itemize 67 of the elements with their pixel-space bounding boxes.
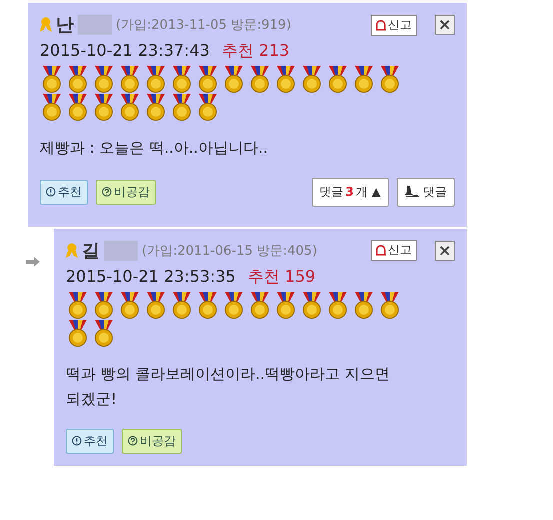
write-reply-button[interactable]: 댓글 xyxy=(397,178,455,206)
recommend-count: 추천 213 xyxy=(222,41,290,60)
medal-icon xyxy=(92,320,116,348)
question-circle-icon xyxy=(102,187,112,197)
disagree-button[interactable]: 비공감 xyxy=(96,180,156,204)
medal-icon xyxy=(352,292,376,320)
medal-icon xyxy=(144,292,168,320)
recommend-count: 추천 159 xyxy=(248,266,316,286)
medal-icon xyxy=(40,94,64,122)
medal-icon xyxy=(66,292,90,320)
medal-icon xyxy=(196,292,220,320)
medal-icon xyxy=(378,292,402,320)
siren-icon xyxy=(376,20,386,30)
medal-icon xyxy=(40,66,64,94)
medal-icon xyxy=(66,320,90,348)
comment-text: 떡과 빵의 콜라보레이션이라..떡빵아라고 지으면 되겠군! xyxy=(66,364,391,410)
medal-icon xyxy=(300,66,324,94)
comment-text: 제빵과 : 오늘은 떡..아..아닙니다.. xyxy=(40,138,269,159)
medal-icon xyxy=(66,66,90,94)
medal-icon xyxy=(92,292,116,320)
medal-icon xyxy=(118,292,142,320)
medal-icon xyxy=(170,66,194,94)
disagree-button[interactable]: 비공감 xyxy=(122,428,182,454)
report-button[interactable]: 신고 xyxy=(371,240,417,261)
member-info: (가입:2011-06-15 방문:405) xyxy=(142,242,318,260)
reply-arrow-icon xyxy=(26,256,40,266)
medal-icon xyxy=(300,292,324,320)
close-button[interactable]: × xyxy=(435,240,455,260)
report-button[interactable]: 신고 xyxy=(371,14,417,36)
medal-icon xyxy=(352,66,376,94)
recommend-button[interactable]: 추천 xyxy=(66,428,114,454)
medal-icon xyxy=(196,94,220,122)
exclamation-circle-icon xyxy=(46,187,56,197)
medal-icon xyxy=(274,292,298,320)
siren-icon xyxy=(376,245,386,256)
question-circle-icon xyxy=(128,436,138,446)
medal-icon xyxy=(66,94,90,122)
medal-icon xyxy=(144,94,168,122)
medal-icon xyxy=(118,66,142,94)
ribbon-icon xyxy=(66,242,78,258)
medal-icon xyxy=(170,94,194,122)
blurred-name xyxy=(104,240,138,260)
recommend-button[interactable]: 추천 xyxy=(40,180,88,204)
medal-icon xyxy=(326,292,350,320)
medal-icon xyxy=(196,66,220,94)
post-date: 2015-10-21 23:53:35 xyxy=(66,266,236,286)
user-name: 길 xyxy=(82,240,100,262)
medal-icon xyxy=(326,66,350,94)
exclamation-circle-icon xyxy=(72,436,82,446)
medal-icon xyxy=(92,94,116,122)
medal-icon xyxy=(274,66,298,94)
medal-icon xyxy=(222,292,246,320)
user-name: 난 xyxy=(56,14,74,37)
ribbon-icon xyxy=(40,17,52,33)
post-date: 2015-10-21 23:37:43 xyxy=(40,41,210,60)
medal-icon xyxy=(92,66,116,94)
replies-toggle-button[interactable]: 댓글 3 개 ▲ xyxy=(312,178,389,206)
blurred-name xyxy=(78,15,112,35)
medal-icon xyxy=(222,66,246,94)
medal-icon xyxy=(170,292,194,320)
close-button[interactable]: × xyxy=(435,15,455,35)
medal-icon xyxy=(118,94,142,122)
medal-icon xyxy=(378,66,402,94)
medal-icon xyxy=(144,66,168,94)
member-info: (가입:2013-11-05 방문:919) xyxy=(116,17,292,34)
medal-icon xyxy=(248,292,272,320)
medal-icon xyxy=(248,66,272,94)
